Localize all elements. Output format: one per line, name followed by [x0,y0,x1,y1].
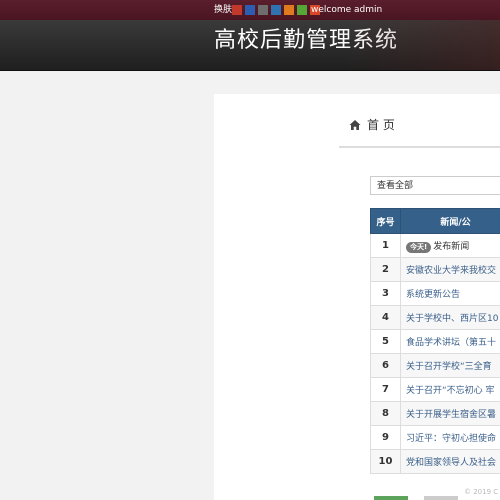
row-index: 8 [370,401,401,426]
filter-select[interactable]: 查看全部 [370,176,500,195]
table-row[interactable]: 8 关于开展学生宿舍区暑 [370,401,500,426]
news-title-cell: 习近平：守初心担使命 [400,425,500,450]
news-title-cell: 关于开展学生宿舍区暑 [400,401,500,426]
news-title-cell: 系统更新公告 [400,281,500,306]
news-title-link[interactable]: 安徽农业大学来我校交 [406,266,496,276]
news-title-link[interactable]: 习近平：守初心担使命 [406,434,496,444]
row-index: 1 [370,233,401,258]
news-title-link[interactable]: 食品学术讲坛（第五十 [406,338,496,348]
footer-button-bar [374,496,408,500]
breadcrumb: 首 页 [339,110,500,148]
row-index: 3 [370,281,401,306]
home-icon[interactable] [349,119,361,131]
theme-swatch-orange[interactable] [284,5,294,15]
row-index: 9 [370,425,401,450]
top-bar: 换肤 welcome admin [0,0,500,20]
column-header-index: 序号 [370,208,401,234]
theme-swatch-blue[interactable] [245,5,255,15]
theme-swatch-red[interactable] [232,5,242,15]
copyright-text: © 2019 C [464,488,499,496]
row-index: 4 [370,305,401,330]
news-title-cell: 安徽农业大学来我校交 [400,257,500,282]
theme-swatch-gray[interactable] [258,5,268,15]
table-row[interactable]: 6 关于召开学校“三全育 [370,353,500,378]
news-title-cell: 今天! 发布新闻 [400,233,500,258]
news-title-link[interactable]: 关于召开“不忘初心 牢 [406,386,495,396]
today-badge: 今天! [406,241,432,253]
news-title-cell: 党和国家领导人及社会 [400,449,500,474]
row-index: 7 [370,377,401,402]
theme-swatches [232,5,320,15]
table-row[interactable]: 7 关于召开“不忘初心 牢 [370,377,500,402]
theme-swatch-lightblue[interactable] [271,5,281,15]
news-table: 序号 新闻/公 1 今天! 发布新闻 2 安徽农业大学来我校交 3 系统更新公告 4 关于学校中… [370,208,500,474]
column-header-title: 新闻/公 [400,208,500,234]
theme-swatch-green[interactable] [297,5,307,15]
table-row[interactable]: 5 食品学术讲坛（第五十 [370,329,500,354]
table-row[interactable]: 9 习近平：守初心担使命 [370,425,500,450]
news-title-cell: 食品学术讲坛（第五十 [400,329,500,354]
table-row[interactable]: 4 关于学校中、西片区10 [370,305,500,330]
welcome-text: welcome admin [311,5,383,15]
table-row[interactable]: 2 安徽农业大学来我校交 [370,257,500,282]
header: 高校后勤管理系统 [0,20,500,71]
news-title-cell: 关于学校中、西片区10 [400,305,500,330]
row-index: 6 [370,353,401,378]
table-header-row: 序号 新闻/公 [370,208,500,234]
row-index: 10 [370,449,401,474]
table-row[interactable]: 1 今天! 发布新闻 [370,233,500,258]
news-title-link[interactable]: 关于学校中、西片区10 [406,314,498,324]
news-title-cell: 关于召开学校“三全育 [400,353,500,378]
skin-label: 换肤 [214,5,233,15]
breadcrumb-home-link[interactable]: 首 页 [367,118,395,132]
main-panel: 首 页 查看全部 序号 新闻/公 1 今天! 发布新闻 2 安徽农业大学来我校交 3 系统更… [214,94,500,500]
system-title: 高校后勤管理系统 [214,28,399,53]
footer-button-bar-secondary [424,496,458,500]
table-row[interactable]: 10 党和国家领导人及社会 [370,449,500,474]
row-index: 5 [370,329,401,354]
news-title-link[interactable]: 关于开展学生宿舍区暑 [406,410,496,420]
news-title-link[interactable]: 关于召开学校“三全育 [406,362,492,372]
news-title-link[interactable]: 党和国家领导人及社会 [406,458,496,468]
news-title-link[interactable]: 发布新闻 [433,242,469,252]
news-title-cell: 关于召开“不忘初心 牢 [400,377,500,402]
news-title-link[interactable]: 系统更新公告 [406,290,460,300]
table-row[interactable]: 3 系统更新公告 [370,281,500,306]
row-index: 2 [370,257,401,282]
